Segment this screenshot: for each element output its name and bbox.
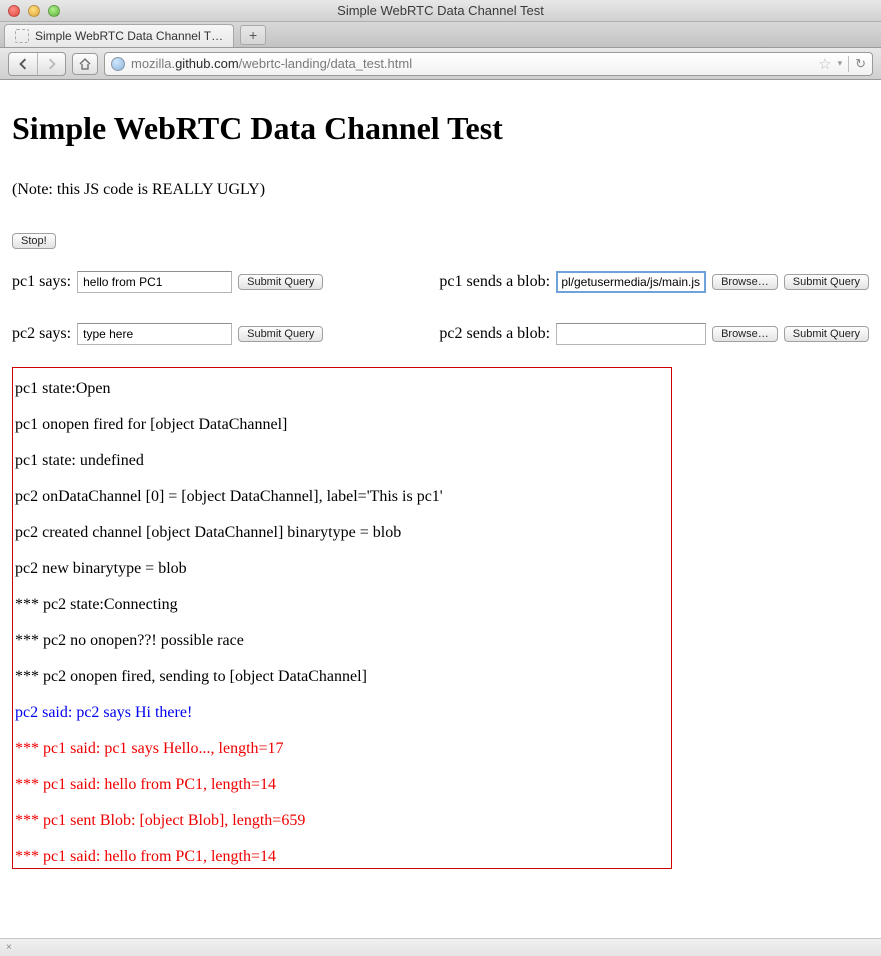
tab-title: Simple WebRTC Data Channel T… [35, 29, 223, 43]
log-line: pc1 state:Open [13, 380, 671, 398]
pc1-blob-row: pc1 sends a blob: ipl/getusermedia/js/ma… [439, 271, 869, 293]
titlebar: Simple WebRTC Data Channel Test [0, 0, 881, 22]
pc1-says-label: pc1 says: [12, 273, 71, 291]
zoom-window-button[interactable] [48, 5, 60, 17]
log-line: pc1 onopen fired for [object DataChannel… [13, 416, 671, 434]
url-prefix: mozilla. [131, 56, 175, 71]
pc1-blob-file[interactable]: ipl/getusermedia/js/main.js [556, 271, 706, 293]
pc1-blob-browse[interactable]: Browse… [712, 274, 778, 290]
pc1-blob-filename: ipl/getusermedia/js/main.js [562, 275, 700, 289]
globe-icon [111, 57, 125, 71]
log-line: *** pc1 said: hello from PC1, length=14 [13, 776, 671, 794]
pc2-blob-label: pc2 sends a blob: [439, 325, 550, 343]
log-line: pc1 state: undefined [13, 452, 671, 470]
status-bar: × [0, 938, 881, 956]
pc2-says-label: pc2 says: [12, 325, 71, 343]
pc2-blob-browse[interactable]: Browse… [712, 326, 778, 342]
home-button[interactable] [72, 53, 98, 75]
url-path: /webrtc-landing/data_test.html [239, 56, 412, 71]
pc2-blob-row: pc2 sends a blob: Browse… Submit Query [439, 323, 869, 345]
url-host: github.com [175, 56, 239, 71]
separator [848, 56, 849, 72]
pc2-says-input[interactable] [77, 323, 232, 345]
log-line: pc2 new binarytype = blob [13, 560, 671, 578]
nav-toolbar: mozilla.github.com/webrtc-landing/data_t… [0, 48, 881, 80]
pc1-says-submit[interactable]: Submit Query [238, 274, 323, 290]
url-bar[interactable]: mozilla.github.com/webrtc-landing/data_t… [104, 52, 873, 76]
traffic-lights [0, 5, 60, 17]
log-line: pc2 created channel [object DataChannel]… [13, 524, 671, 542]
minimize-window-button[interactable] [28, 5, 40, 17]
log-line: *** pc1 said: pc1 says Hello..., length=… [13, 740, 671, 758]
log-line: *** pc2 state:Connecting [13, 596, 671, 614]
pc1-blob-submit[interactable]: Submit Query [784, 274, 869, 290]
pc1-says-input[interactable] [77, 271, 232, 293]
close-window-button[interactable] [8, 5, 20, 17]
pc2-says-row: pc2 says: Submit Query [12, 323, 419, 345]
bookmark-star-icon[interactable]: ☆ [818, 55, 831, 73]
pc1-blob-label: pc1 sends a blob: [439, 273, 550, 291]
log-box[interactable]: pc1 state:Open pc1 onopen fired for [obje… [12, 367, 672, 869]
pc2-blob-submit[interactable]: Submit Query [784, 326, 869, 342]
page-content: Simple WebRTC Data Channel Test (Note: t… [0, 80, 881, 881]
new-tab-button[interactable]: + [240, 25, 266, 45]
back-forward-group [8, 52, 66, 76]
pc1-says-row: pc1 says: Submit Query [12, 271, 419, 293]
tab-strip: Simple WebRTC Data Channel T… + [0, 22, 881, 48]
dropdown-icon[interactable]: ▾ [838, 58, 843, 69]
pc2-says-submit[interactable]: Submit Query [238, 326, 323, 342]
forward-button[interactable] [37, 53, 65, 75]
page-heading: Simple WebRTC Data Channel Test [12, 110, 869, 147]
log-line: *** pc2 no onopen??! possible race [13, 632, 671, 650]
page-note: (Note: this JS code is REALLY UGLY) [12, 181, 869, 199]
log-line: *** pc2 onopen fired, sending to [object… [13, 668, 671, 686]
window-title: Simple WebRTC Data Channel Test [0, 3, 881, 18]
status-close-icon[interactable]: × [6, 942, 12, 953]
reload-icon[interactable]: ↻ [855, 56, 866, 72]
pc2-blob-file[interactable] [556, 323, 706, 345]
log-line: *** pc1 said: hello from PC1, length=14 [13, 848, 671, 866]
back-button[interactable] [9, 53, 37, 75]
log-line: pc2 said: pc2 says Hi there! [13, 704, 671, 722]
stop-button[interactable]: Stop! [12, 233, 56, 249]
log-line: *** pc1 sent Blob: [object Blob], length… [13, 812, 671, 830]
url-text: mozilla.github.com/webrtc-landing/data_t… [131, 56, 812, 71]
log-line: pc2 onDataChannel [0] = [object DataChan… [13, 488, 671, 506]
browser-tab[interactable]: Simple WebRTC Data Channel T… [4, 24, 234, 47]
tab-favicon [15, 29, 29, 43]
